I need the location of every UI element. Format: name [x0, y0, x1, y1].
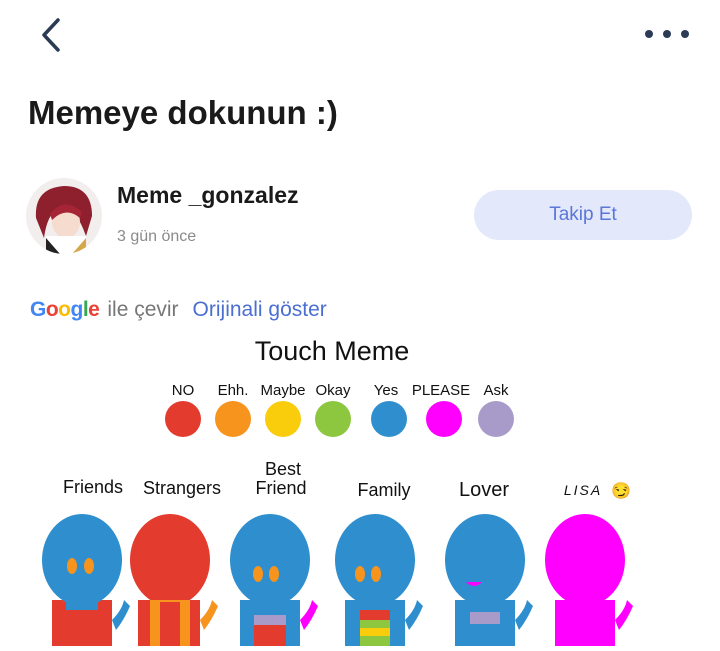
more-options-button[interactable] — [645, 24, 689, 44]
legend-label: Ask — [483, 382, 509, 399]
legend-label: Maybe — [260, 382, 305, 399]
legend-label: Ehh. — [218, 382, 249, 399]
category-label: LISA — [564, 482, 602, 498]
chevron-left-icon — [42, 18, 60, 52]
figure-best-friend — [230, 514, 318, 646]
legend-dot — [265, 401, 301, 437]
author-avatar[interactable] — [26, 178, 102, 254]
legend: NO Ehh. Maybe Okay Yes PLEASE Ask — [165, 382, 514, 437]
follow-button[interactable]: Takip Et — [474, 190, 692, 240]
dot-icon — [663, 30, 671, 38]
category-label: Family — [358, 480, 411, 500]
figure-strangers — [130, 514, 218, 646]
legend-dot — [478, 401, 514, 437]
legend-dot — [215, 401, 251, 437]
meme-title: Touch Meme — [255, 336, 410, 366]
post-title: Memeye dokunun :) — [28, 94, 338, 131]
category-labels: Friends Strangers Best Friend Family Lov… — [63, 459, 631, 501]
figure-lover — [445, 514, 533, 646]
legend-dot — [315, 401, 351, 437]
post-time: 3 gün önce — [117, 228, 197, 245]
translate-bar: Google ile çevir Orijinali göster — [30, 298, 327, 322]
category-label: Best — [265, 459, 301, 479]
translate-label: ile çevir — [107, 298, 179, 321]
legend-label: NO — [172, 382, 195, 399]
smirk-emoji: 😏 — [611, 482, 631, 500]
category-label: Strangers — [143, 478, 221, 498]
legend-label: Yes — [374, 382, 398, 399]
category-label: Friends — [63, 477, 123, 497]
dot-icon — [645, 30, 653, 38]
legend-label: PLEASE — [412, 382, 470, 399]
category-label: Lover — [459, 479, 509, 501]
google-logo: Google — [30, 298, 100, 321]
figure-lisa — [545, 514, 633, 646]
category-label: Friend — [255, 478, 306, 498]
legend-dot — [371, 401, 407, 437]
legend-label: Okay — [315, 382, 351, 399]
legend-dot — [426, 401, 462, 437]
figure-family — [335, 514, 423, 646]
top-bar — [0, 0, 720, 70]
dot-icon — [681, 30, 689, 38]
back-button[interactable] — [38, 16, 68, 54]
meme-image[interactable]: Touch Meme NO Ehh. Maybe Okay Yes PLEASE… — [0, 330, 720, 646]
show-original-link[interactable]: Orijinali göster — [193, 298, 327, 322]
legend-dot — [165, 401, 201, 437]
figure-friends — [42, 514, 130, 646]
author-name[interactable]: Meme _gonzalez — [117, 182, 299, 209]
